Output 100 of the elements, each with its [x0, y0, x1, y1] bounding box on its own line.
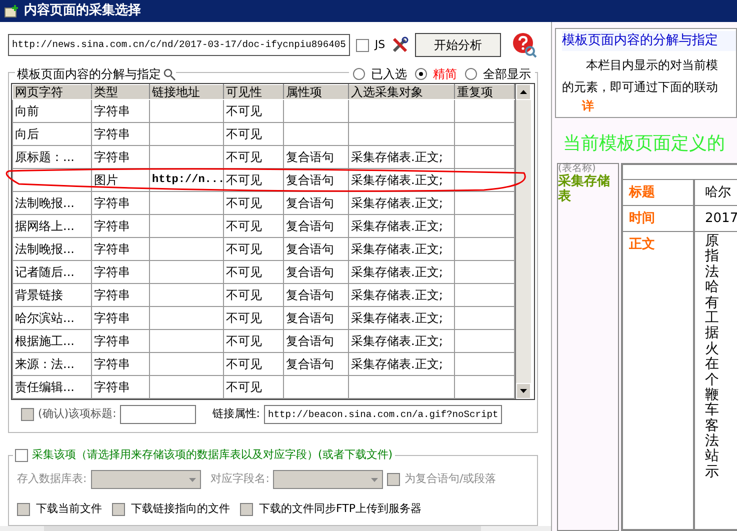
table-cell: 不可见: [224, 214, 284, 238]
filter-radio[interactable]: [415, 68, 427, 80]
help-icon[interactable]: [511, 32, 538, 58]
compound-label: 为复合语句/或段落: [404, 470, 496, 487]
table-cell: 复合语句: [284, 352, 348, 376]
column-header[interactable]: 可见性: [224, 84, 284, 100]
table-cell: 来源：法...: [12, 352, 92, 376]
table-cell: 字符串: [92, 122, 150, 146]
field-value: 2017: [705, 210, 737, 228]
table-cell: 不可见: [224, 122, 284, 146]
tools-icon[interactable]: [391, 36, 410, 54]
table-cell: 采集存储表.正文;: [348, 146, 454, 168]
table-cell: 字符串: [92, 260, 150, 284]
table-cell: 不可见: [224, 168, 284, 192]
table-cell: 复合语句: [284, 214, 348, 238]
table-cell: 复合语句: [284, 192, 348, 214]
table-cell: 向后: [12, 122, 92, 146]
table-cell: 法制晚报...: [12, 192, 92, 214]
link-label: 链接属性:: [212, 406, 260, 422]
download-label: 下载当前文件: [36, 500, 102, 517]
table-cell: 字符串: [92, 284, 150, 306]
window-title: 内容页面的采集选择: [24, 2, 141, 20]
table-cell: 不可见: [224, 376, 284, 398]
table-cell: 哈尔滨站...: [12, 306, 92, 330]
table-cell: 字符串: [92, 330, 150, 352]
download-label: 下载的文件同步FTP上传到服务器: [259, 500, 422, 517]
filter-radio[interactable]: [353, 68, 365, 80]
field-value: 哈尔: [705, 184, 731, 202]
table-cell: 采集存储表.正文;: [348, 306, 454, 330]
table-cell: 复合语句: [284, 146, 348, 168]
table-cell: 不可见: [224, 260, 284, 284]
table-cell: 复合语句: [284, 284, 348, 306]
collect-label: 采集该项（请选择用来存储该项的数据库表以及对应字段）(或者下载文件): [32, 447, 393, 463]
table-cell: 原标题：...: [12, 146, 92, 168]
column-header[interactable]: 属性项: [284, 84, 348, 100]
field-name: 正文: [623, 232, 695, 529]
column-header[interactable]: 重复项: [454, 84, 514, 100]
filter-radio[interactable]: [465, 68, 477, 80]
table-name: 采集存储表: [558, 174, 611, 204]
horizontal-scrollbar[interactable]: [0, 526, 551, 531]
table-cell: [284, 122, 348, 146]
table-cell: 复合语句: [284, 306, 348, 330]
table-cell: 字符串: [92, 192, 150, 214]
table-cell: 不可见: [224, 192, 284, 214]
column-header[interactable]: 网页字符: [12, 84, 92, 100]
table-cell: 采集存储表.正文;: [348, 330, 454, 352]
download-label: 下载链接指向的文件: [131, 500, 230, 517]
filter-label: 全部显示: [483, 66, 531, 83]
table-cell: 不可见: [224, 146, 284, 168]
analyze-button[interactable]: 开始分析: [415, 33, 502, 57]
table-cell: 字符串: [92, 306, 150, 330]
definition-heading: 当前模板页面定义的: [563, 132, 726, 156]
help-text: 的元素，即可通过下面的联动: [562, 79, 719, 95]
filter-label: 精简: [433, 66, 457, 83]
table-cell: 字符串: [92, 214, 150, 238]
up-arrow-icon[interactable]: [520, 90, 527, 94]
table-cell: 采集存储表.正文;: [348, 284, 454, 306]
table-cell: 字符串: [92, 238, 150, 260]
table-cell: 图片: [92, 168, 150, 192]
table-cell: 复合语句: [284, 168, 348, 192]
js-checkbox[interactable]: [356, 38, 369, 52]
table-cell: 字符串: [92, 352, 150, 376]
js-label: JS: [374, 36, 386, 53]
search-icon[interactable]: [163, 68, 176, 80]
table-cell: 责任编辑...: [12, 376, 92, 398]
column-header[interactable]: 链接地址: [150, 84, 224, 100]
column-header[interactable]: 类型: [92, 84, 150, 100]
table-cell: 向前: [12, 100, 92, 122]
filter-label: 已入选: [371, 66, 407, 83]
vertical-scrollbar[interactable]: [515, 84, 531, 399]
help-title: 模板页面内容的分解与指定: [562, 31, 736, 51]
help-text: 本栏目内显示的对当前模: [585, 57, 719, 73]
table-cell: 不可见: [224, 306, 284, 330]
table-cell: 采集存储表.正文;: [348, 214, 454, 238]
url-field[interactable]: http://news.sina.com.cn/c/nd/2017-03-17/doc-ifycnpiu896405: [8, 34, 350, 56]
table-label: 存入数据库表:: [17, 470, 87, 487]
table-cell: 不可见: [224, 330, 284, 352]
field-name: 时间: [623, 206, 695, 231]
table-cell: 据网络上...: [12, 214, 92, 238]
table-cell: [284, 376, 348, 398]
window-icon: [4, 4, 20, 18]
down-arrow-icon[interactable]: [520, 389, 527, 393]
table-cell: 采集存储表.正文;: [348, 352, 454, 376]
table-cell: 不可见: [224, 100, 284, 122]
field-value: 原指法哈有工据火在个鞭车客法站示: [705, 234, 719, 480]
table-cell: 不可见: [224, 284, 284, 306]
table-cell: 采集存储表.正文;: [348, 260, 454, 284]
table-cell: 采集存储表.正文;: [348, 192, 454, 214]
table-cell: 采集存储表.正文;: [348, 168, 454, 192]
column-header[interactable]: 入选采集对象: [348, 84, 454, 100]
link-field[interactable]: http://beacon.sina.com.cn/a.gif?noScript: [264, 404, 502, 424]
field-name: 标题: [623, 180, 695, 205]
table-cell: 字符串: [92, 376, 150, 398]
table-cell: 法制晚报...: [12, 238, 92, 260]
confirm-checkbox[interactable]: [21, 408, 34, 420]
table-cell: 根据施工...: [12, 330, 92, 352]
table-cell: 复合语句: [284, 330, 348, 352]
title-field[interactable]: [120, 404, 196, 424]
table-cell: 采集存储表.正文;: [348, 238, 454, 260]
table-cell: 记者随后...: [12, 260, 92, 284]
